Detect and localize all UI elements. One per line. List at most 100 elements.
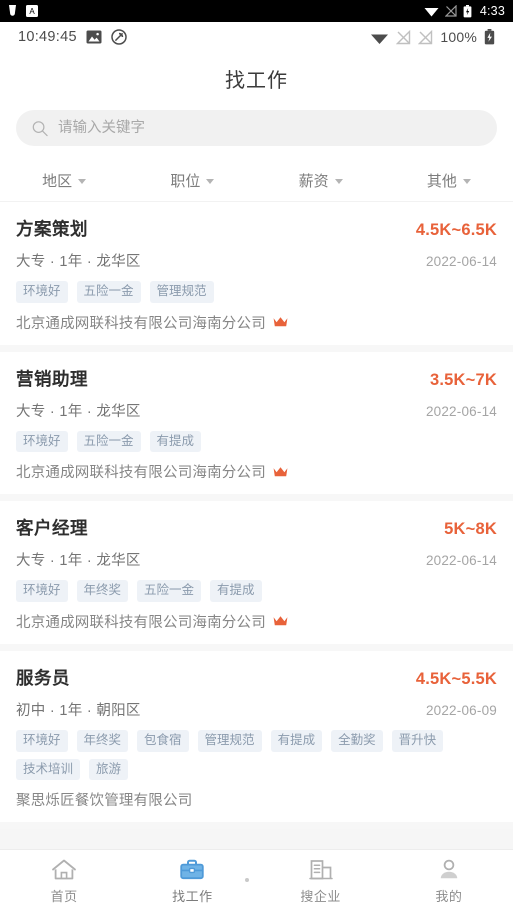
job-tag: 环境好 — [16, 580, 68, 602]
tab-home-label: 首页 — [50, 889, 78, 904]
filter-region-label: 地区 — [42, 173, 73, 190]
app-status-left: 10:49:45 — [18, 29, 127, 45]
filter-salary-label: 薪资 — [298, 173, 329, 190]
job-tag: 有提成 — [270, 729, 323, 752]
job-company-name: 北京通成网联科技有限公司海南分公司 — [16, 465, 266, 482]
job-card[interactable]: 方案策划 4.5K~6.5K 大专 · 1年 · 龙华区 2022-06-14 环境好五… — [0, 202, 513, 352]
app-screen: A 4:33 10:49:45 100% 找工作 请输入关键字 地区 职位 薪资… — [0, 0, 513, 913]
job-post-date: 2022-06-14 — [425, 553, 497, 569]
job-tag: 五险一金 — [76, 430, 141, 453]
job-tag: 五险一金 — [76, 281, 141, 303]
person-icon — [440, 859, 458, 879]
app-status-bar: 10:49:45 100% — [0, 22, 513, 52]
job-tag-list: 环境好 五险一金 有提成 — [16, 430, 497, 453]
job-meta-row: 大专 · 1年 · 龙华区 2022-06-14 — [16, 400, 497, 421]
job-requirements: 大专 · 1年 · 龙华区 — [16, 254, 141, 270]
crown-icon — [273, 616, 288, 626]
job-post-date: 2022-06-09 — [425, 702, 497, 718]
crown-icon — [273, 317, 288, 327]
tab-mine[interactable]: 我的 — [385, 850, 513, 913]
job-tag: 晋升快 — [391, 729, 444, 752]
job-title: 方案策划 — [16, 219, 88, 239]
job-requirements: 大专 · 1年 · 龙华区 — [16, 553, 141, 570]
tab-find-job[interactable]: 找工作 — [128, 850, 256, 913]
building-icon — [308, 860, 333, 880]
job-meta-row: 大专 · 1年 · 龙华区 2022-06-14 — [16, 250, 497, 271]
page-header: 找工作 — [0, 52, 513, 104]
filter-other[interactable]: 其他 — [385, 160, 513, 201]
search-section — [0, 104, 513, 160]
job-company-name: 聚思烁匠餐饮管理有限公司 — [16, 793, 193, 810]
notification-icon — [9, 4, 16, 16]
page-title: 找工作 — [225, 69, 288, 92]
chevron-down-icon — [462, 179, 471, 184]
job-tag: 有提成 — [210, 580, 262, 602]
job-salary: 4.5K~6.5K — [415, 221, 497, 239]
app-clock: 10:49:45 — [18, 29, 77, 45]
job-tag: 包食宿 — [137, 729, 189, 752]
job-card[interactable]: 客户经理 5K~8K 大专 · 1年 · 龙华区 2022-06-14 环境好 年终奖 五险… — [0, 501, 513, 651]
sim1-no-signal-icon — [396, 29, 411, 44]
tab-mine-label: 我的 — [435, 889, 463, 904]
job-card[interactable]: 服务员 4.5K~5.5K 初中 · 1年 · 朝阳区 2022-06-09 环境好 年终… — [0, 650, 513, 830]
job-title-row: 服务员 4.5K~5.5K — [16, 665, 497, 690]
search-bar[interactable] — [16, 110, 497, 146]
system-clock: 4:33 — [479, 4, 505, 18]
filter-region[interactable]: 地区 — [0, 160, 128, 201]
job-card[interactable]: 营销助理 3.5K~7K 大专 · 1年 · 龙华区 2022-06-14 环境好 五险一… — [0, 351, 513, 502]
job-tag: 环境好 — [16, 281, 68, 303]
job-meta-row: 大专 · 1年 · 龙华区 2022-06-14 — [16, 549, 497, 570]
job-title: 营销助理 — [16, 368, 88, 389]
battery-percent-label: 100% — [440, 29, 477, 45]
job-meta-row: 初中 · 1年 · 朝阳区 2022-06-09 — [16, 699, 497, 720]
chevron-down-icon — [78, 179, 87, 184]
job-requirements: 大专 · 1年 · 龙华区 — [16, 403, 141, 420]
job-title-row: 客户经理 5K~8K — [16, 515, 497, 540]
job-tag-list: 环境好 年终奖 五险一金 有提成 — [16, 580, 497, 602]
job-company-name: 北京通成网联科技有限公司海南分公司 — [16, 315, 266, 332]
tab-search-company-label: 搜企业 — [300, 889, 341, 904]
search-input[interactable] — [58, 110, 481, 146]
job-list[interactable]: 方案策划 4.5K~6.5K 大专 · 1年 · 龙华区 2022-06-14 环境好五… — [0, 202, 513, 849]
search-icon — [32, 120, 48, 136]
tab-search-company[interactable]: 搜企业 — [257, 850, 385, 913]
job-tag: 旅游 — [89, 758, 129, 781]
job-company-row[interactable]: 聚思烁匠餐饮管理有限公司 — [16, 789, 497, 810]
tab-home[interactable]: 首页 — [0, 850, 128, 913]
job-company-row[interactable]: 北京通成网联科技有限公司海南分公司 — [16, 611, 497, 632]
job-company-row[interactable]: 北京通成网联科技有限公司海南分公司 — [16, 312, 497, 333]
battery-charging-icon — [484, 29, 495, 45]
sim2-no-signal-icon — [418, 29, 433, 44]
chevron-down-icon — [334, 179, 343, 184]
filter-salary[interactable]: 薪资 — [257, 160, 385, 201]
job-title: 客户经理 — [16, 518, 88, 539]
system-status-right: 4:33 — [424, 4, 505, 18]
job-tag: 环境好 — [16, 430, 68, 453]
signal-icon — [444, 5, 457, 17]
wifi-icon — [424, 8, 439, 17]
bottom-navigation: 首页 找工作 搜企业 我的 — [0, 849, 513, 913]
app-status-right: 100% — [370, 29, 495, 45]
tab-find-job-label: 找工作 — [172, 889, 213, 904]
briefcase-icon — [180, 859, 205, 880]
tab-badge-dot — [244, 878, 249, 882]
filter-position-label: 职位 — [170, 173, 201, 190]
job-company-row[interactable]: 北京通成网联科技有限公司海南分公司 — [16, 461, 497, 482]
home-icon — [52, 859, 77, 880]
job-tag-list: 环境好 年终奖 包食宿 管理规范 有提成 全勤奖 晋升快 技术培训 旅游 — [16, 729, 497, 781]
job-tag: 年终奖 — [76, 729, 129, 752]
filter-position[interactable]: 职位 — [128, 160, 256, 201]
screen-record-icon — [111, 29, 127, 45]
system-status-bar: A 4:33 — [0, 0, 513, 22]
job-tag: 五险一金 — [137, 580, 202, 602]
chevron-down-icon — [206, 179, 215, 184]
job-salary: 5K~8K — [444, 520, 497, 539]
filter-other-label: 其他 — [426, 173, 457, 190]
job-tag: 有提成 — [149, 430, 202, 453]
job-tag: 管理规范 — [149, 281, 214, 303]
crown-icon — [273, 466, 288, 476]
filter-bar: 地区 职位 薪资 其他 — [0, 160, 513, 202]
svg-text:A: A — [29, 7, 35, 16]
job-salary: 3.5K~7K — [430, 370, 497, 389]
job-tag: 全勤奖 — [331, 729, 383, 752]
